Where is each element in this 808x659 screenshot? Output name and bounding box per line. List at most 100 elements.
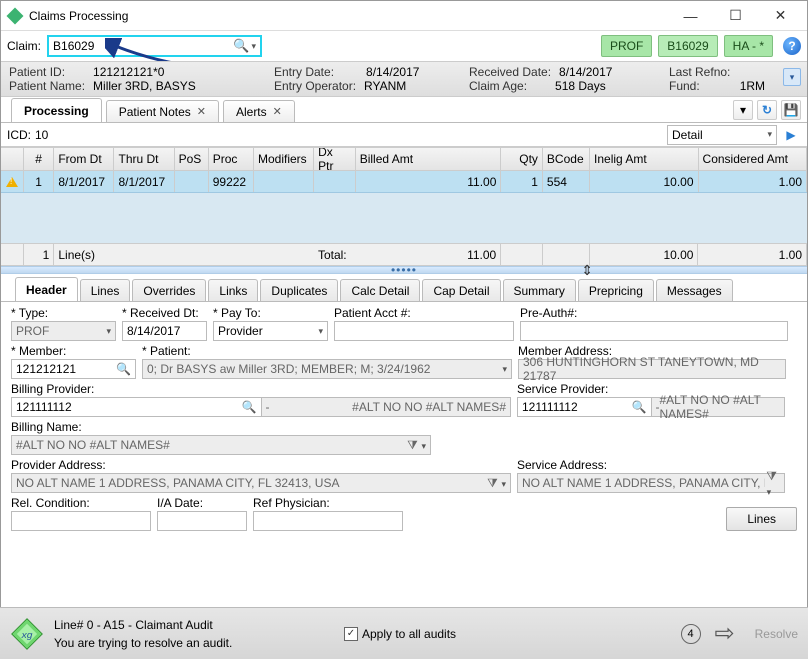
type-select[interactable]: PROF▾ [11, 321, 116, 341]
claim-age-value: 518 Days [555, 79, 606, 93]
subtab-lines[interactable]: Lines [80, 279, 131, 301]
claim-search-field[interactable]: 🔍 ▾ [47, 35, 262, 57]
ref-physician-input[interactable] [253, 511, 403, 531]
close-icon[interactable]: ✕ [197, 105, 206, 118]
patient-name-value: Miller 3RD, BASYS [93, 79, 196, 93]
col-header-dx[interactable]: Dx Ptr [314, 148, 356, 170]
icd-value: 10 [35, 128, 48, 142]
col-header-n[interactable]: # [24, 148, 54, 170]
tab-menu-dropdown[interactable]: ▾ [733, 100, 753, 120]
pill-prof[interactable]: PROF [601, 35, 652, 57]
col-header-qty[interactable]: Qty [501, 148, 543, 170]
member-input[interactable]: 121212121🔍 [11, 359, 136, 379]
service-provider-input[interactable]: 121111112🔍 [517, 397, 652, 417]
claim-label: Claim: [7, 39, 41, 53]
app-icon [7, 7, 24, 24]
billing-name-select[interactable]: #ALT NO NO #ALT NAMES#⧩▾ [11, 435, 431, 455]
subtab-cap-detail[interactable]: Cap Detail [422, 279, 500, 301]
next-arrow-icon[interactable]: ⇨ [715, 619, 735, 648]
apply-all-audits-checkbox[interactable]: ✓ Apply to all audits [344, 627, 456, 641]
grid-header: # From Dt Thru Dt PoS Proc Modifiers Dx … [1, 147, 807, 171]
grid-row[interactable]: 1 8/1/2017 8/1/2017 99222 11.00 1 554 10… [1, 171, 807, 193]
search-icon[interactable]: 🔍 [632, 400, 647, 414]
patient-name-label: Patient Name: [9, 79, 85, 93]
col-header-billed[interactable]: Billed Amt [356, 148, 502, 170]
rel-condition-input[interactable] [11, 511, 151, 531]
pill-ha[interactable]: HA - * [724, 35, 773, 57]
resize-cursor-icon: ⇕ [581, 262, 593, 279]
maximize-button[interactable]: ☐ [713, 2, 758, 30]
col-header-cons[interactable]: Considered Amt [699, 148, 807, 170]
col-header-proc[interactable]: Proc [209, 148, 254, 170]
patient-select[interactable]: 0; Dr BASYS aw Miller 3RD; MEMBER; M; 3/… [142, 359, 512, 379]
subtab-calc-detail[interactable]: Calc Detail [340, 279, 420, 301]
payto-select[interactable]: Provider▾ [213, 321, 328, 341]
fund-value: 1RM [740, 79, 765, 93]
detail-select[interactable]: Detail▾ [667, 125, 777, 145]
received-date-label: Received Date: [469, 65, 551, 79]
member-address-input: 306 HUNTINGHORN ST TANEYTOWN, MD 21787 [518, 359, 786, 379]
close-button[interactable]: ✕ [758, 2, 803, 30]
save-icon[interactable]: 💾 [781, 100, 801, 120]
patient-acct-input[interactable] [334, 321, 514, 341]
lines-button[interactable]: Lines [726, 507, 797, 531]
col-header-thru[interactable]: Thru Dt [114, 148, 174, 170]
step-indicator: 4 [681, 624, 701, 644]
col-header-inelig[interactable]: Inelig Amt [590, 148, 698, 170]
col-header-from[interactable]: From Dt [54, 148, 114, 170]
fund-label: Fund: [669, 79, 700, 93]
received-dt-label: * Received Dt: [122, 306, 207, 320]
search-icon[interactable]: 🔍 [242, 400, 257, 414]
header-form: * Type:PROF▾ * Received Dt:8/14/2017 * P… [1, 302, 807, 540]
rel-condition-label: Rel. Condition: [11, 496, 151, 510]
subtab-overrides[interactable]: Overrides [132, 279, 206, 301]
tab-processing[interactable]: Processing [11, 98, 102, 122]
play-icon[interactable]: ▶ [781, 125, 801, 145]
service-address-select[interactable]: NO ALT NAME 1 ADDRESS, PANAMA CITY, FL 3… [517, 473, 785, 493]
audit-line-header: Line# 0 - A15 - Claimant Audit [54, 618, 334, 632]
col-header-pos[interactable]: PoS [175, 148, 209, 170]
window-title: Claims Processing [29, 9, 668, 23]
billing-provider-detail: -#ALT NO NO #ALT NAMES# [262, 397, 512, 417]
entry-date-value: 8/14/2017 [366, 65, 419, 79]
close-icon[interactable]: ✕ [273, 105, 282, 118]
search-icon[interactable]: 🔍 [116, 362, 131, 376]
grid-total-row: 1 Line(s) Total: 11.00 10.00 1.00 [1, 243, 807, 265]
subtab-summary[interactable]: Summary [503, 279, 576, 301]
subtab-header[interactable]: Header [15, 277, 78, 301]
minimize-button[interactable]: — [668, 2, 713, 30]
expand-header-icon[interactable]: ▾ [783, 68, 801, 86]
subtab-prepricing[interactable]: Prepricing [578, 279, 654, 301]
preauth-input[interactable] [520, 321, 788, 341]
search-icon[interactable]: 🔍 [233, 38, 249, 54]
splitter-handle[interactable]: ••••• ⇕ [1, 266, 807, 274]
claim-search-input[interactable] [53, 39, 233, 53]
subtab-links[interactable]: Links [208, 279, 258, 301]
ia-date-input[interactable] [157, 511, 247, 531]
footer-bar: xg Line# 0 - A15 - Claimant Audit You ar… [0, 607, 808, 659]
grid-empty-area [1, 193, 807, 243]
filter-icon[interactable]: ⧩ [485, 476, 499, 491]
icd-label: ICD: [7, 128, 31, 142]
received-dt-input[interactable]: 8/14/2017 [122, 321, 207, 341]
tab-alerts[interactable]: Alerts✕ [223, 100, 295, 122]
filter-icon[interactable]: ⧩ [765, 469, 779, 484]
col-header-bcode[interactable]: BCode [543, 148, 590, 170]
subtab-duplicates[interactable]: Duplicates [260, 279, 338, 301]
service-address-label: Service Address: [517, 458, 785, 472]
billing-provider-input[interactable]: 121111112🔍 [11, 397, 262, 417]
help-icon[interactable]: ? [783, 37, 801, 55]
patient-acct-label: Patient Acct #: [334, 306, 514, 320]
resolve-button[interactable]: Resolve [755, 627, 798, 641]
tab-patient-notes[interactable]: Patient Notes✕ [106, 100, 219, 122]
provider-address-select[interactable]: NO ALT NAME 1 ADDRESS, PANAMA CITY, FL 3… [11, 473, 511, 493]
ia-date-label: I/A Date: [157, 496, 247, 510]
entry-operator-value: RYANM [364, 79, 406, 93]
search-dropdown-icon[interactable]: ▾ [251, 41, 256, 52]
refresh-icon[interactable]: ↻ [757, 100, 777, 120]
subtab-messages[interactable]: Messages [656, 279, 733, 301]
pill-sequence[interactable]: B16029 [658, 35, 717, 57]
col-header-mod[interactable]: Modifiers [254, 148, 314, 170]
patient-id-value: 121212121*0 [93, 65, 164, 79]
filter-icon[interactable]: ⧩ [405, 438, 419, 453]
